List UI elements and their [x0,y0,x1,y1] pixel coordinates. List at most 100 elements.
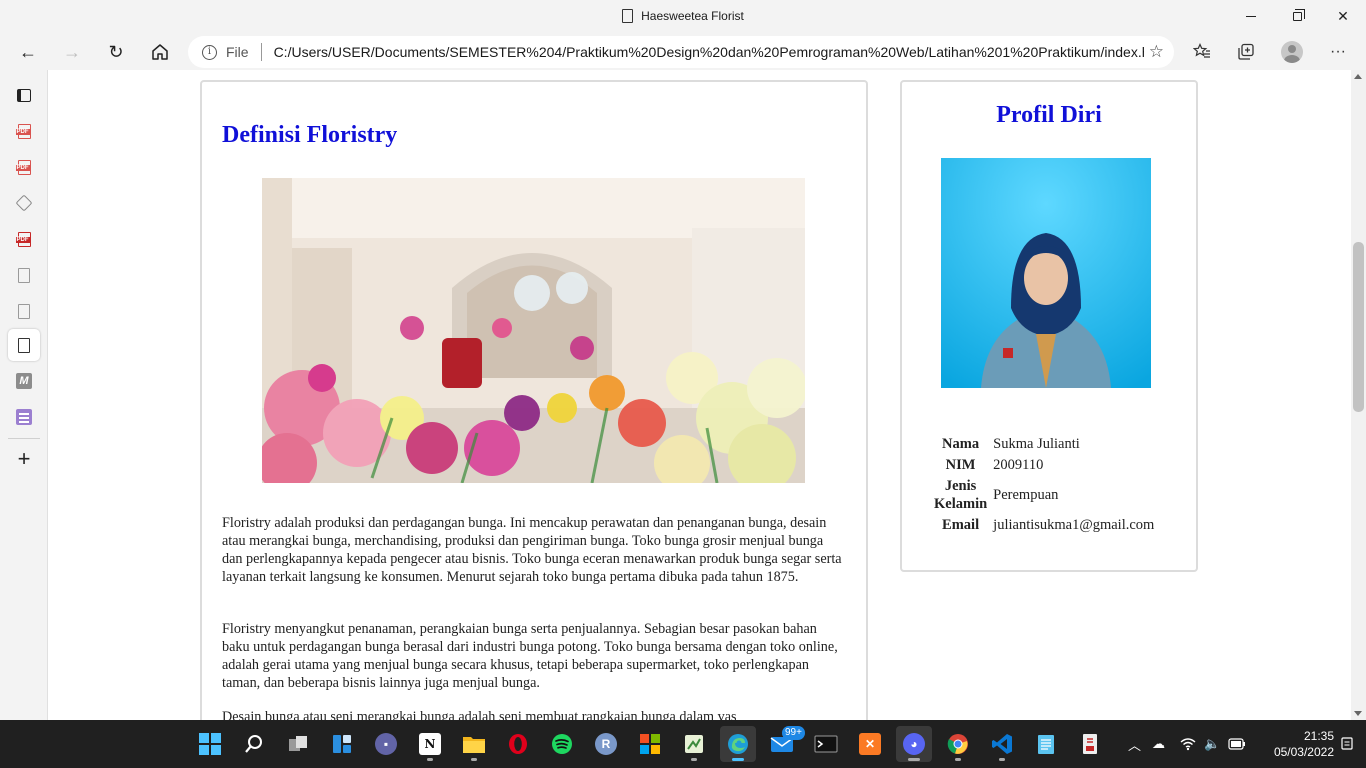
opera-button[interactable] [500,726,536,762]
spotify-icon [552,734,572,754]
battery-button[interactable] [1228,720,1246,768]
tab-pdf-1[interactable] [8,115,40,147]
florist-shop-image [262,178,805,483]
wifi-button[interactable] [1180,720,1196,768]
clock-time: 21:35 [1303,729,1334,743]
start-button[interactable] [192,726,228,762]
clock[interactable]: 21:35 05/03/2022 [1254,728,1334,760]
page-scrollbar[interactable] [1351,70,1366,720]
url-text[interactable]: C:/Users/USER/Documents/SEMESTER%204/Pra… [274,44,1144,60]
refresh-icon: ↻ [108,41,124,62]
tab-page-active[interactable] [8,329,40,361]
cloud-offline-icon: ☁ [1152,736,1165,751]
tab-m[interactable]: M [8,365,40,397]
whiteboard-button[interactable] [676,726,712,762]
tab-page-2[interactable] [8,295,40,327]
tab-actions-button[interactable] [8,79,40,111]
article-title: Definisi Floristry [222,122,398,148]
taskbar: ▪ N R 99+ ✕ ◕ ︿ ☁ 🔈 21:35 05/03/2022 [0,720,1366,768]
tab-codepen[interactable] [8,187,40,219]
r-app-button[interactable]: R [588,726,624,762]
restore-icon [1292,8,1305,21]
vscode-button[interactable] [984,726,1020,762]
mail-badge: 99+ [782,726,805,740]
article-paragraph-1: Floristry adalah produksi dan perdaganga… [222,515,842,585]
office-button[interactable] [632,726,668,762]
volume-button[interactable]: 🔈 [1204,720,1220,768]
profile-value: 2009110 [993,457,1044,473]
refresh-button[interactable]: ↻ [100,36,132,68]
profile-title: Profil Diri [996,102,1102,128]
running-indicator [471,758,477,761]
vertical-tabs-sidebar: M + [0,70,48,720]
home-icon [152,44,168,60]
add-favorite-icon[interactable]: ☆ [1149,42,1164,62]
article-paragraph-3: Desain bunga atau seni merangkai bunga a… [222,709,737,720]
scroll-up-icon[interactable] [1354,74,1362,79]
discord-button[interactable]: ◕ [896,726,932,762]
chrome-button[interactable] [940,726,976,762]
running-indicator [427,758,433,761]
spotify-button[interactable] [544,726,580,762]
page-icon [18,303,30,319]
search-icon [245,735,262,753]
notion-button[interactable]: N [412,726,448,762]
scroll-down-icon[interactable] [1354,711,1362,716]
xampp-button[interactable]: ✕ [852,726,888,762]
tab-pdf-2[interactable] [8,151,40,183]
profile-label: Jenis Kelamin [934,478,988,512]
scrollbar-thumb[interactable] [1353,242,1364,412]
pdf-reader-button[interactable] [1072,726,1108,762]
back-arrow-icon: ← [19,41,37,62]
terminal-button[interactable] [808,726,844,762]
article-paragraph-2: Floristry menyangkut penanaman, perangka… [222,621,838,691]
m-icon: M [16,373,32,389]
page-viewport: Definisi Floristry Floristry adalah prod… [48,70,1351,720]
forward-button[interactable]: → [56,36,88,68]
minimize-button[interactable] [1228,0,1274,32]
windows-icon [199,733,221,755]
chat-icon: ▪ [375,733,397,755]
tab-list[interactable] [8,401,40,433]
notepad-button[interactable] [1028,726,1064,762]
home-button[interactable] [144,36,176,68]
new-tab-button[interactable]: + [8,443,40,475]
favorites-button[interactable] [1186,36,1218,68]
task-view-button[interactable] [280,726,316,762]
teams-chat-button[interactable]: ▪ [368,726,404,762]
profile-button[interactable] [1276,36,1308,68]
pdf-reader-icon [1083,734,1097,754]
profile-value: juliantisukma1@gmail.com [993,517,1155,533]
edge-icon [728,734,748,754]
pdf-icon [15,231,31,247]
vscode-icon [992,734,1012,754]
show-hidden-icons-button[interactable]: ︿ [1128,720,1141,768]
opera-icon [509,734,527,754]
notifications-button[interactable] [1340,720,1354,768]
settings-more-button[interactable]: ··· [1322,36,1354,68]
back-button[interactable]: ← [12,36,44,68]
tab-page-1[interactable] [8,259,40,291]
whiteboard-icon [685,735,703,753]
florist-shop-illustration [262,178,805,483]
tab-pdf-3[interactable] [8,223,40,255]
info-icon[interactable]: i [202,44,217,60]
article-card: Definisi Floristry Floristry adalah prod… [200,80,868,720]
mail-button[interactable]: 99+ [764,726,805,762]
close-button[interactable]: ✕ [1320,0,1366,32]
profile-value: Perempuan [993,487,1059,503]
search-button[interactable] [236,726,272,762]
codepen-icon [15,194,33,212]
running-indicator [691,758,697,761]
widgets-button[interactable] [324,726,360,762]
navigation-bar: ← → ↻ i File C:/Users/USER/Documents/SEM… [0,34,1366,70]
avatar [1281,41,1303,63]
file-explorer-button[interactable] [456,726,492,762]
sidebar-divider [8,438,40,439]
running-indicator [999,758,1005,761]
collections-button[interactable] [1230,36,1262,68]
address-bar[interactable]: i File C:/Users/USER/Documents/SEMESTER%… [188,36,1174,68]
restore-button[interactable] [1274,0,1320,32]
cloud-offline-button[interactable]: ☁ [1152,720,1165,768]
edge-button[interactable] [720,726,756,762]
